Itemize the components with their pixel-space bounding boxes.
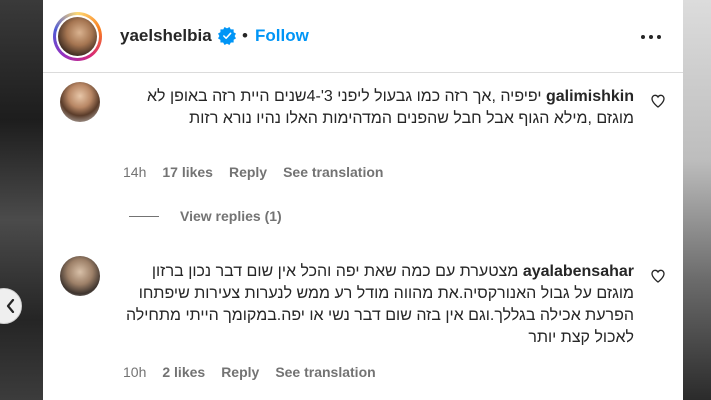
view-replies-label: View replies (1) xyxy=(180,208,282,224)
replies-divider xyxy=(129,215,159,217)
background-photo-right xyxy=(683,0,711,400)
heart-outline-icon[interactable] xyxy=(650,93,666,109)
comment-likes[interactable]: 2 likes xyxy=(162,363,205,381)
post-comments-panel: yaelshelbia • Follow galimishkin יפיפיה … xyxy=(43,0,683,400)
reply-button[interactable]: Reply xyxy=(221,363,259,381)
reply-button[interactable]: Reply xyxy=(229,163,267,181)
header-separator: • xyxy=(242,26,248,45)
commenter-avatar[interactable] xyxy=(60,82,100,122)
see-translation-link[interactable]: See translation xyxy=(283,163,383,181)
author-username[interactable]: yaelshelbia xyxy=(120,25,212,47)
comment-time[interactable]: 14h xyxy=(123,163,146,181)
see-translation-link[interactable]: See translation xyxy=(275,363,375,381)
comment-time[interactable]: 10h xyxy=(123,363,146,381)
comment-body: galimishkin יפיפיה ,אך רזה כמו גבעול ליפ… xyxy=(114,86,634,130)
background-photo-left xyxy=(0,0,43,400)
comment-meta: 10h 2 likes Reply See translation xyxy=(123,363,376,381)
commenter-avatar[interactable] xyxy=(60,256,100,296)
heart-outline-icon[interactable] xyxy=(650,268,666,284)
post-header: yaelshelbia • Follow xyxy=(43,0,683,73)
comment-likes[interactable]: 17 likes xyxy=(162,163,213,181)
commenter-username[interactable]: galimishkin xyxy=(546,88,634,105)
more-options-icon[interactable] xyxy=(641,35,661,39)
commenter-username[interactable]: ayalabensahar xyxy=(523,263,634,280)
view-replies-button[interactable]: View replies (1) xyxy=(129,208,282,224)
follow-button[interactable]: Follow xyxy=(255,25,309,47)
author-avatar[interactable] xyxy=(53,12,102,61)
comment-body: ayalabensahar מצטערת עם כמה שאת יפה והכל… xyxy=(114,261,634,349)
verified-badge-icon xyxy=(218,27,236,45)
comment-meta: 14h 17 likes Reply See translation xyxy=(123,163,383,181)
chevron-left-icon xyxy=(6,299,14,313)
